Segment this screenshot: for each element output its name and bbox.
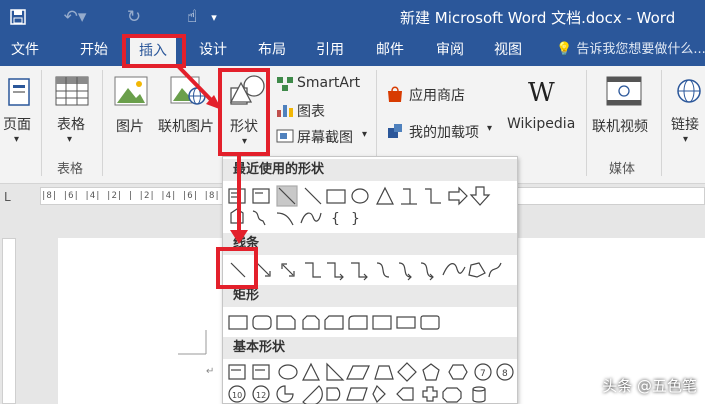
watermark: 头条 @五色笔: [602, 377, 697, 395]
arrow-to-line-head: [230, 230, 248, 244]
annotation-arrows: [176, 64, 248, 244]
